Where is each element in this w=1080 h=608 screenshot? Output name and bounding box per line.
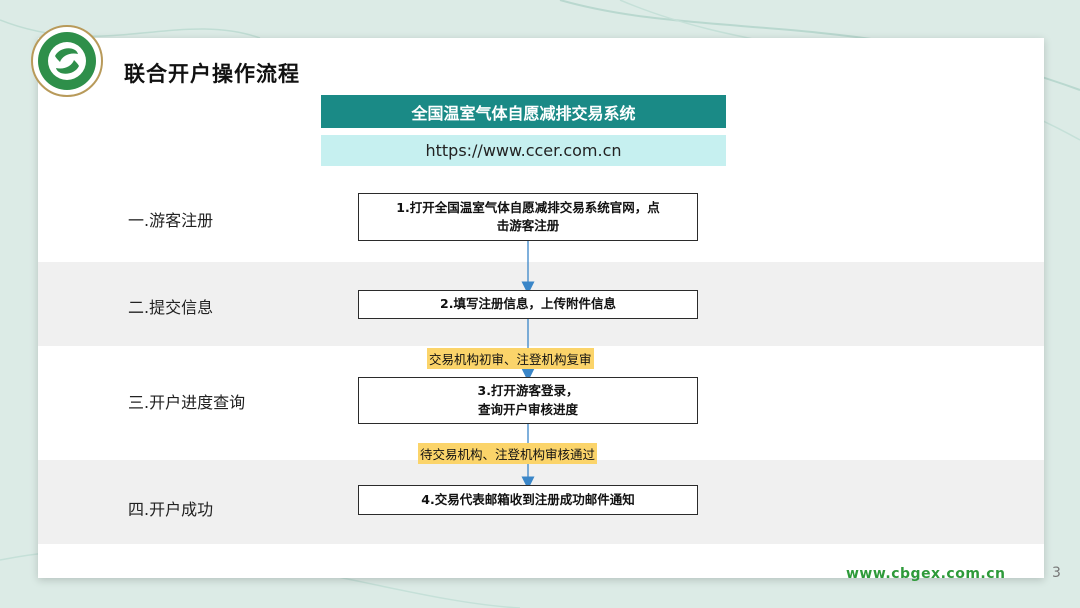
review-note-1: 交易机构初审、注登机构复审 [427,348,594,369]
stage-label-1: 一.游客注册 [128,211,214,230]
system-name-banner: 全国温室气体自愿减排交易系统 [321,95,726,128]
step-1-line-1: 1.打开全国温室气体自愿减排交易系统官网，点 [396,199,660,215]
system-url[interactable]: https://www.ccer.com.cn [321,135,726,166]
stage-label-2: 二.提交信息 [128,298,214,317]
review-note-2: 待交易机构、注登机构审核通过 [418,443,598,464]
step-2-line-1: 2.填写注册信息，上传附件信息 [440,296,616,312]
step-box-4: 4.交易代表邮箱收到注册成功邮件通知 [358,485,698,515]
stage-label-4: 四.开户成功 [128,500,214,519]
circular-green-emblem-icon [31,25,103,97]
page-number: 3 [1052,565,1061,581]
step-box-1: 1.打开全国温室气体自愿减排交易系统官网，点 击游客注册 [358,193,698,241]
footer-url[interactable]: www.cbgex.com.cn [846,566,1006,582]
step-3-line-2: 查询开户审核进度 [477,401,578,417]
page-title: 联合开户操作流程 [124,62,300,86]
step-1-line-2: 击游客注册 [496,218,560,233]
step-box-2: 2.填写注册信息，上传附件信息 [358,290,698,319]
step-4-line-1: 4.交易代表邮箱收到注册成功邮件通知 [421,491,635,507]
step-3-line-1: 3.打开游客登录， [477,383,579,399]
stage-label-3: 三.开户进度查询 [128,393,246,412]
step-box-3: 3.打开游客登录， 查询开户审核进度 [358,377,698,424]
